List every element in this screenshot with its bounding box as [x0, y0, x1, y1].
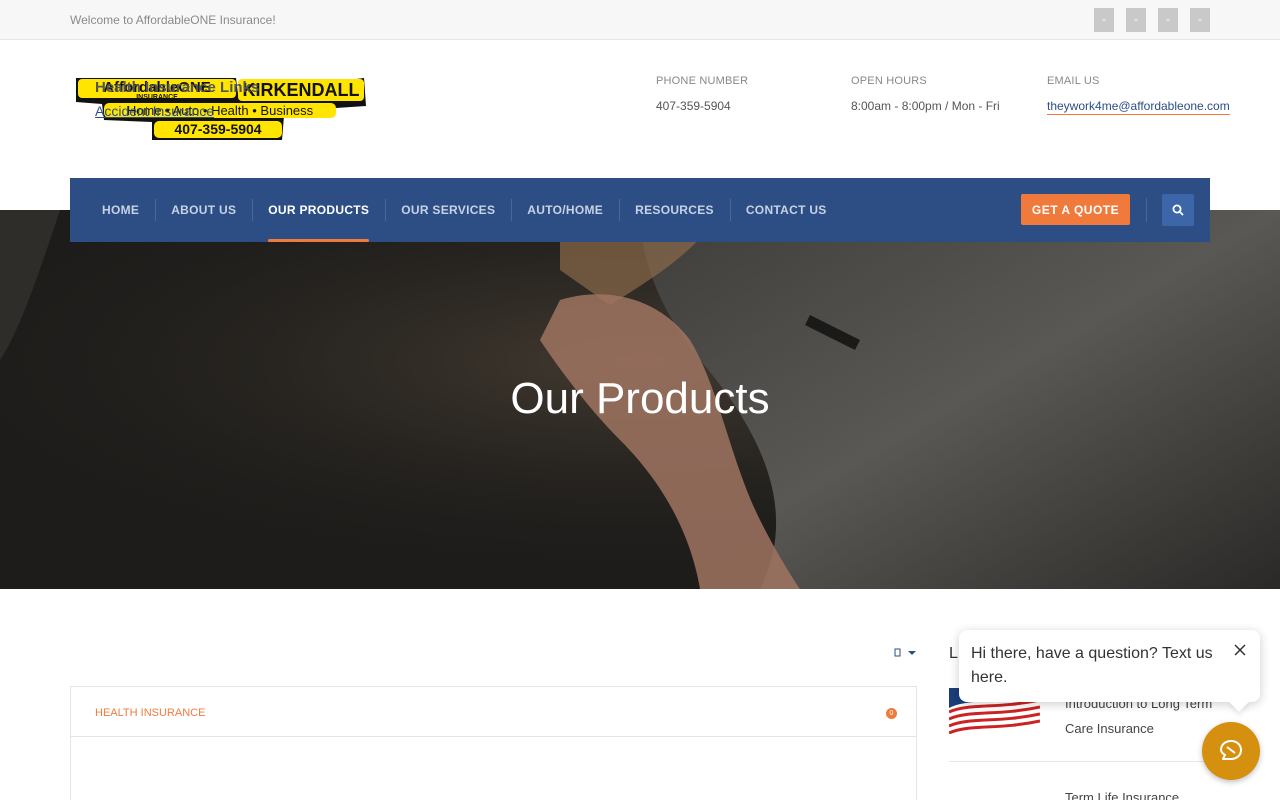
close-icon[interactable] — [1232, 642, 1248, 658]
email-info: EMAIL US theywork4me@affordableone.com — [1047, 75, 1230, 115]
get-a-quote-button[interactable]: GET A QUOTE — [1021, 194, 1130, 225]
post-title-term-life[interactable]: Term Life Insurance — [1065, 790, 1179, 800]
nav-contact-us[interactable]: CONTACT US — [729, 178, 843, 242]
twitter-icon[interactable]: ▫ — [1126, 8, 1146, 32]
chat-bubble-tail — [1229, 692, 1249, 712]
chevron-down-icon — [894, 648, 916, 657]
nav-resources[interactable]: RESOURCES — [619, 178, 730, 242]
accordion-header[interactable]: HEALTH INSURANCE 0 — [71, 687, 916, 737]
toggle-dropdown[interactable] — [894, 647, 918, 662]
search-button[interactable] — [1162, 194, 1194, 226]
social-links: ▫ ▫ ▫ ▫ — [1094, 8, 1210, 32]
nav-our-services[interactable]: OUR SERVICES — [385, 178, 511, 242]
chat-message: Hi there, have a question? Text us here. — [971, 645, 1213, 686]
main-nav: HOME ABOUT US OUR PRODUCTS OUR SERVICES … — [70, 178, 1210, 242]
top-bar: Welcome to AffordableONE Insurance! ▫ ▫ … — [0, 0, 1280, 40]
nav-our-products[interactable]: OUR PRODUCTS — [252, 178, 385, 242]
phone-info: PHONE NUMBER 407-359-5904 — [656, 75, 748, 113]
logo-agent: KIRKENDALL — [243, 80, 360, 100]
nav-home[interactable]: HOME — [86, 178, 155, 242]
nav-auto-home[interactable]: AUTO/HOME — [511, 178, 619, 242]
page-title: Our Products — [510, 374, 770, 423]
chat-icon — [1220, 740, 1242, 760]
chat-bubble: Hi there, have a question? Text us here. — [959, 630, 1260, 712]
linkedin-icon[interactable]: ▫ — [1158, 8, 1178, 32]
phone-value: 407-359-5904 — [656, 99, 731, 113]
accordion-body-heading: Health Insurance Links — [95, 79, 260, 96]
facebook-icon[interactable]: ▫ — [1094, 8, 1114, 32]
accordion-title: HEALTH INSURANCE — [95, 707, 206, 719]
hours-info: OPEN HOURS 8:00am - 8:00pm / Mon - Fri — [851, 75, 1000, 113]
nav-about-us[interactable]: ABOUT US — [155, 178, 252, 242]
search-icon — [1172, 204, 1184, 216]
welcome-text: Welcome to AffordableONE Insurance! — [70, 13, 276, 27]
youtube-icon[interactable]: ▫ — [1190, 8, 1210, 32]
email-link[interactable]: theywork4me@affordableone.com — [1047, 99, 1230, 115]
hours-value: 8:00am - 8:00pm / Mon - Fri — [851, 99, 1000, 113]
phone-label: PHONE NUMBER — [656, 75, 749, 87]
hero-banner: Our Products — [0, 210, 1280, 589]
nav-divider — [1146, 198, 1147, 222]
post-divider — [949, 761, 1210, 762]
hours-label: OPEN HOURS — [851, 75, 927, 87]
sidebar-heading: L — [949, 645, 958, 662]
chat-button[interactable] — [1202, 722, 1260, 780]
logo-phone: 407-359-5904 — [174, 121, 261, 137]
email-label: EMAIL US — [1047, 75, 1100, 87]
accordion-count-badge: 0 — [886, 708, 897, 719]
accident-insurance-link[interactable]: Accident Insurance — [95, 103, 214, 119]
product-accordion: HEALTH INSURANCE 0 — [70, 686, 917, 800]
